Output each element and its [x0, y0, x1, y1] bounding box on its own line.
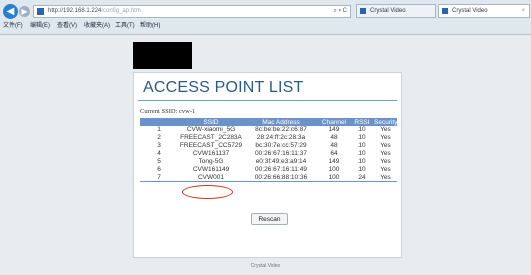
tab-favicon-icon: [360, 8, 366, 14]
browser-tab-1[interactable]: Crystal Video: [356, 4, 436, 18]
row-channel: 100: [328, 165, 340, 173]
row-ssid: FREECAST_2C283A: [180, 134, 242, 142]
row-index: 7: [140, 173, 178, 183]
row-rssi: 10: [358, 126, 366, 134]
row-rssi: 10: [358, 165, 366, 173]
table-row[interactable]: 7 CVW001 00:26:66:88:10:36 100 24 Yes: [140, 173, 397, 183]
row-mac: 00:26:66:88:10:36: [244, 173, 318, 183]
menu-file[interactable]: 文件(F): [3, 20, 23, 33]
title-divider: [138, 100, 397, 101]
col-header-security: Security: [374, 118, 398, 126]
row-channel: 149: [328, 158, 340, 165]
redacted-logo-block: [133, 42, 192, 69]
table-row[interactable]: 3 FREECAST_CC5729 bc:30:7e:cc:57:29 48 1…: [140, 142, 397, 150]
row-rssi: 24: [350, 173, 374, 183]
row-index: 2: [157, 134, 161, 142]
browser-chrome: ◀ ▶ http://192.168.1.224/config_ap.htm ⌕…: [0, 0, 531, 35]
col-header-index: [140, 118, 178, 126]
col-header-ssid: SSID: [178, 118, 244, 126]
row-mac: 00:26:67:16:11:49: [255, 165, 307, 173]
row-ssid: CVW161137: [192, 150, 230, 158]
tab-label: Crystal Video: [370, 8, 406, 14]
row-ssid: FREECAST_CC5729: [179, 142, 243, 150]
row-security: Yes: [380, 126, 391, 134]
col-header-channel: Channel: [318, 118, 350, 126]
row-index: 1: [157, 126, 161, 134]
row-security: Yes: [380, 134, 391, 142]
row-index: 4: [157, 150, 161, 158]
row-mac: 00:26:67:16:11:37: [255, 150, 307, 158]
table-row[interactable]: 1 CVW-xiaomi_5G 8c:be:be:22:c6:87 149 10…: [140, 126, 397, 134]
row-ssid: Tong-5G: [198, 158, 224, 165]
row-index: 3: [157, 142, 161, 150]
row-ssid: CVW001: [178, 173, 244, 183]
back-arrow-icon[interactable]: ◀: [3, 4, 18, 19]
row-ssid: CVW-xiaomi_5G: [186, 126, 236, 134]
table-row[interactable]: 5 Tong-5G e0:3f:49:e3:a9:14 149 10 Yes: [140, 158, 397, 166]
browser-tab-2-active[interactable]: Crystal Video ×: [438, 4, 530, 18]
row-security: Yes: [380, 158, 391, 165]
row-channel: 48: [330, 142, 338, 150]
row-rssi: 10: [358, 142, 366, 150]
rescan-button[interactable]: Rescan: [251, 213, 288, 225]
table-header-row: SSID Mac Address Channel RSSI Security: [140, 118, 397, 126]
table-row[interactable]: 4 CVW161137 00:26:67:16:11:37 64 10 Yes: [140, 150, 397, 158]
tab-label: Crystal Video: [452, 8, 488, 14]
row-security: Yes: [380, 142, 391, 150]
current-ssid-label: Current SSID: cvw-1: [140, 108, 196, 115]
page-footer: Crystal Video: [250, 263, 281, 269]
row-security: Yes: [374, 173, 397, 183]
row-ssid: CVW161149: [192, 165, 230, 173]
access-point-panel: ACCESS POINT LIST Current SSID: cvw-1 SS…: [133, 72, 402, 258]
annotation-circle: [182, 185, 233, 199]
row-channel: 64: [330, 150, 338, 158]
url-path: /config_ap.htm: [101, 8, 141, 14]
menu-favorites[interactable]: 收藏夹(A): [84, 20, 110, 33]
row-mac: bc:30:7e:cc:57:29: [255, 142, 307, 150]
access-point-table: SSID Mac Address Channel RSSI Security 1…: [140, 118, 397, 183]
row-mac: 8c:be:be:22:c6:87: [255, 126, 307, 134]
page-title: ACCESS POINT LIST: [143, 79, 304, 96]
menu-bar: 文件(F) 编辑(E) 查看(V) 收藏夹(A) 工具(T) 帮助(H): [0, 20, 531, 33]
menu-help[interactable]: 帮助(H): [140, 20, 160, 33]
table-row[interactable]: 6 CVW161149 00:26:67:16:11:49 100 10 Yes: [140, 165, 397, 173]
row-rssi: 10: [358, 158, 366, 165]
tab-close-icon[interactable]: ×: [521, 5, 525, 17]
menu-edit[interactable]: 编辑(E): [30, 20, 50, 33]
row-channel: 48: [330, 134, 338, 142]
row-rssi: 10: [358, 150, 366, 158]
col-header-rssi: RSSI: [350, 118, 374, 126]
row-mac: 28:24:ff:2c:28:3a: [256, 134, 306, 142]
url-host: http://192.168.1.224: [48, 8, 102, 14]
menu-tools[interactable]: 工具(T): [115, 20, 135, 33]
col-header-mac: Mac Address: [244, 118, 318, 126]
row-rssi: 10: [358, 134, 366, 142]
row-index: 6: [157, 165, 161, 173]
table-row[interactable]: 2 FREECAST_2C283A 28:24:ff:2c:28:3a 48 1…: [140, 134, 397, 142]
row-index: 5: [157, 158, 161, 165]
row-mac: e0:3f:49:e3:a9:14: [255, 158, 307, 165]
row-security: Yes: [380, 165, 391, 173]
tab-favicon-icon: [442, 8, 448, 14]
address-controls[interactable]: ⌕ ▾ C: [333, 6, 347, 17]
site-favicon-icon: [37, 8, 44, 15]
row-channel: 100: [318, 173, 350, 183]
row-channel: 149: [328, 126, 340, 134]
row-security: Yes: [380, 150, 391, 158]
menu-view[interactable]: 查看(V): [57, 20, 77, 33]
forward-arrow-icon[interactable]: ▶: [19, 6, 30, 17]
address-url: http://192.168.1.224/config_ap.htm: [48, 6, 141, 17]
address-bar[interactable]: http://192.168.1.224/config_ap.htm ⌕ ▾ C: [33, 5, 351, 18]
